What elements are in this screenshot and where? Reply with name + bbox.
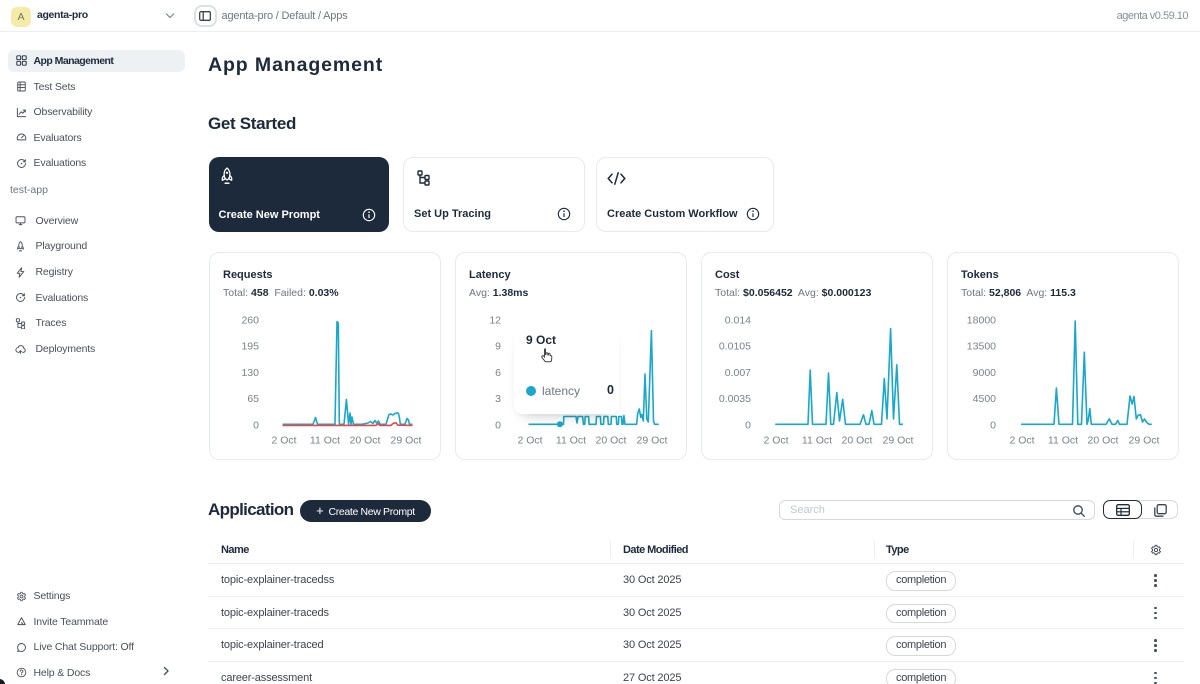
svg-text:13500: 13500 [967, 341, 996, 353]
svg-text:20 Oct: 20 Oct [596, 435, 627, 447]
svg-text:18000: 18000 [967, 315, 996, 327]
svg-text:2 Oct: 2 Oct [271, 435, 296, 447]
svg-text:0: 0 [495, 419, 501, 431]
svg-text:20 Oct: 20 Oct [1088, 435, 1119, 447]
svg-text:0: 0 [745, 419, 751, 431]
svg-text:0.007: 0.007 [725, 367, 751, 379]
svg-text:195: 195 [241, 341, 259, 353]
svg-text:29 Oct: 29 Oct [883, 435, 914, 447]
svg-text:130: 130 [241, 367, 259, 379]
svg-text:0.0105: 0.0105 [719, 341, 751, 353]
svg-text:2 Oct: 2 Oct [1009, 435, 1034, 447]
svg-text:29 Oct: 29 Oct [1129, 435, 1160, 447]
svg-text:9000: 9000 [973, 367, 997, 379]
svg-text:4500: 4500 [973, 393, 997, 405]
svg-text:6: 6 [495, 367, 501, 379]
svg-text:11 Oct: 11 Oct [556, 435, 586, 447]
svg-text:20 Oct: 20 Oct [350, 435, 381, 447]
svg-text:2 Oct: 2 Oct [763, 435, 788, 447]
svg-text:29 Oct: 29 Oct [637, 435, 668, 447]
svg-text:65: 65 [247, 393, 259, 405]
svg-text:11 Oct: 11 Oct [1048, 435, 1078, 447]
svg-text:11 Oct: 11 Oct [310, 435, 340, 447]
svg-text:0.0035: 0.0035 [719, 393, 751, 405]
svg-text:0.014: 0.014 [725, 315, 751, 327]
svg-text:20 Oct: 20 Oct [842, 435, 873, 447]
svg-text:11 Oct: 11 Oct [802, 435, 832, 447]
svg-text:29 Oct: 29 Oct [391, 435, 422, 447]
svg-text:0: 0 [990, 419, 996, 431]
svg-text:3: 3 [495, 393, 501, 405]
svg-text:260: 260 [241, 315, 259, 327]
svg-text:12: 12 [489, 315, 501, 327]
svg-text:2 Oct: 2 Oct [517, 435, 542, 447]
svg-text:9: 9 [495, 341, 501, 353]
svg-text:0: 0 [253, 419, 259, 431]
